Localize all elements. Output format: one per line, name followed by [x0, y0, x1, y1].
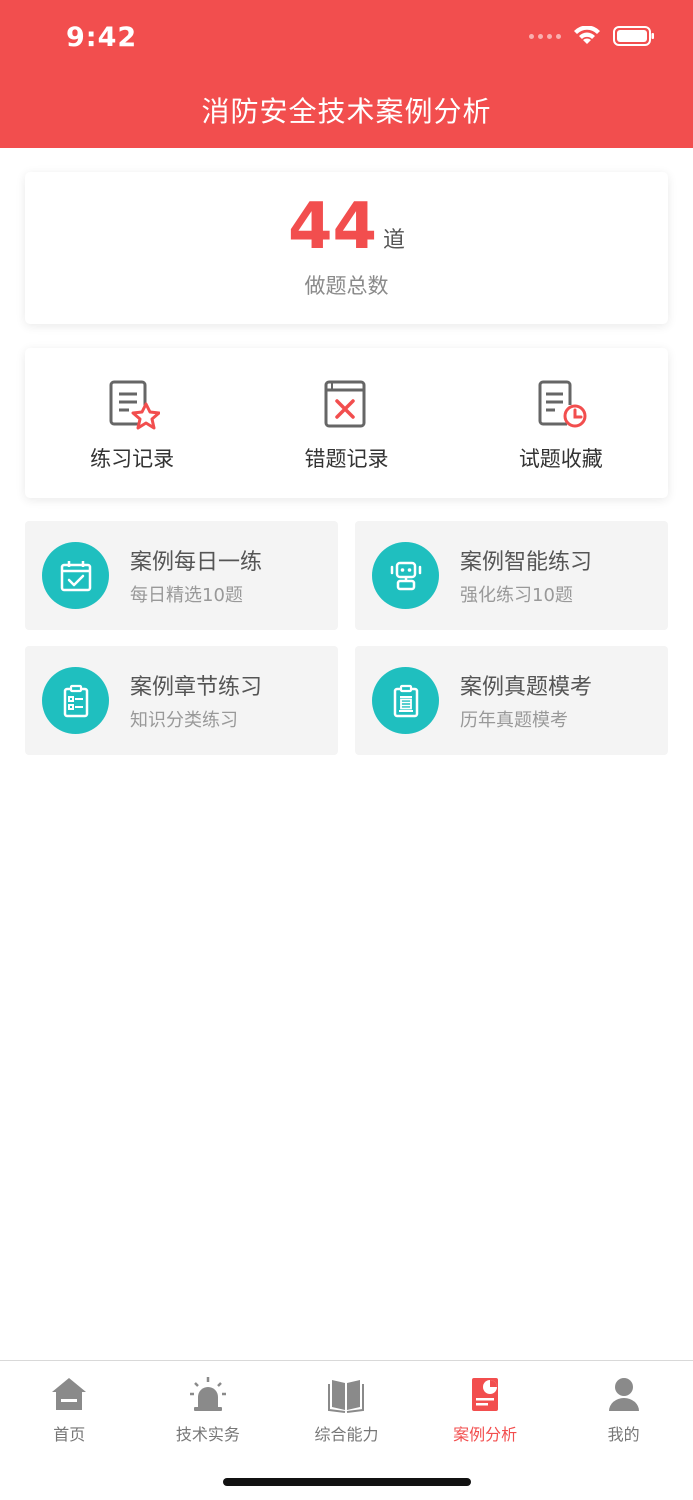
wrong-record-label: 错题记录 — [304, 447, 389, 471]
tile-icon-bg — [42, 542, 109, 609]
total-count-unit: 道 — [383, 228, 406, 253]
signal-icon — [529, 33, 561, 39]
daily-practice-tile[interactable]: 案例每日一练 每日精选10题 — [25, 521, 338, 630]
tile-icon-bg — [42, 667, 109, 734]
report-chart-icon — [472, 1378, 499, 1411]
tab-home[interactable]: 首页 — [0, 1361, 139, 1500]
clipboard-zhen-icon — [393, 684, 418, 717]
status-time: 9:42 — [66, 22, 138, 53]
total-count-label: 做题总数 — [304, 274, 389, 298]
battery-icon — [613, 26, 654, 46]
home-indicator — [223, 1478, 471, 1486]
tab-label: 我的 — [607, 1425, 640, 1444]
total-count-card: 44 道 做题总数 — [25, 172, 668, 324]
tab-label: 技术实务 — [175, 1425, 240, 1444]
app-header: 9:42 消防安全技术案例分析 — [0, 0, 693, 148]
doc-star-icon — [109, 380, 161, 430]
tab-mine[interactable]: 我的 — [554, 1361, 693, 1500]
open-book-icon — [328, 1380, 365, 1413]
tile-subtitle: 知识分类练习 — [130, 710, 238, 731]
records-card: 练习记录 错题记录 试题收藏 — [25, 348, 668, 498]
favorites-button[interactable]: 试题收藏 — [454, 348, 668, 498]
tile-icon-bg — [372, 667, 439, 734]
user-icon — [608, 1378, 639, 1411]
tab-label: 案例分析 — [453, 1425, 518, 1444]
doc-clock-icon — [538, 380, 587, 428]
favorites-label: 试题收藏 — [518, 447, 603, 471]
tile-subtitle: 强化练习10题 — [460, 585, 573, 606]
book-x-icon — [324, 380, 366, 428]
tab-label: 首页 — [53, 1425, 86, 1444]
tile-title: 案例章节练习 — [130, 675, 263, 700]
total-count-number: 44 — [287, 190, 378, 264]
tile-icon-bg — [372, 542, 439, 609]
practice-record-label: 练习记录 — [90, 447, 175, 471]
tile-subtitle: 历年真题模考 — [460, 710, 568, 731]
calendar-check-icon — [60, 560, 91, 591]
clipboard-list-icon — [63, 684, 88, 717]
chapter-practice-tile[interactable]: 案例章节练习 知识分类练习 — [25, 646, 338, 755]
home-icon — [52, 1378, 87, 1410]
real-exam-tile[interactable]: 案例真题模考 历年真题模考 — [355, 646, 668, 755]
tile-title: 案例每日一练 — [130, 550, 263, 575]
tile-title: 案例智能练习 — [460, 550, 593, 575]
tile-title: 案例真题模考 — [460, 675, 593, 700]
tab-label: 综合能力 — [314, 1425, 379, 1444]
practice-record-button[interactable]: 练习记录 — [25, 348, 239, 498]
wifi-icon — [574, 26, 600, 44]
page-title: 消防安全技术案例分析 — [201, 95, 492, 128]
wrong-record-button[interactable]: 错题记录 — [239, 348, 453, 498]
smart-practice-tile[interactable]: 案例智能练习 强化练习10题 — [355, 521, 668, 630]
alarm-light-icon — [189, 1377, 226, 1411]
tile-subtitle: 每日精选10题 — [130, 585, 243, 606]
total-count: 44 道 — [25, 192, 668, 262]
status-icons — [529, 26, 655, 46]
robot-icon — [390, 561, 421, 590]
